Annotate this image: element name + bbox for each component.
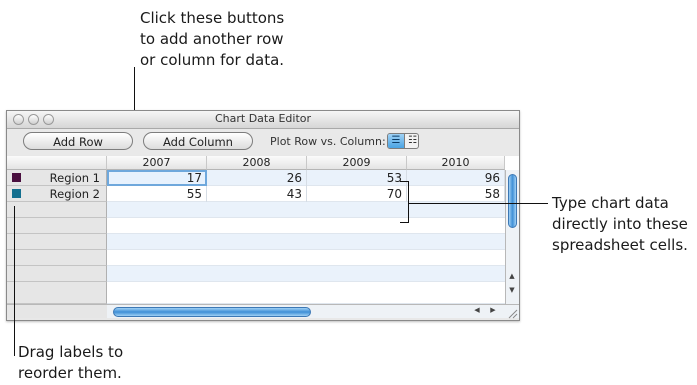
data-cell[interactable]: 55 [107,186,207,202]
callout-add-buttons: Click these buttons to add another row o… [140,8,284,71]
row-label[interactable]: Region 2 [7,186,107,202]
callout-line: Click these buttons [140,9,285,27]
leader-line [408,181,409,223]
plot-row-column-toggle[interactable]: ☰ ☷ [387,133,419,149]
column-header[interactable]: 2010 [407,156,505,170]
toolbar: Add Row Add Column Plot Row vs. Column: … [7,129,519,155]
data-cell[interactable]: 70 [307,186,407,202]
callout-line: or column for data. [140,51,285,69]
add-row-button[interactable]: Add Row [23,132,133,150]
table-row[interactable] [107,250,505,266]
vertical-scroll-thumb[interactable] [508,174,517,228]
callout-line: directly into these [552,215,688,233]
scroll-corner [7,304,107,318]
callout-drag-labels: Drag labels to reorder them. [18,342,123,384]
table-row[interactable] [107,234,505,250]
row-label[interactable] [7,250,107,266]
table-row: 17 26 53 96 [107,170,505,186]
callout-line: spreadsheet cells. [552,236,688,254]
plot-row-column-label: Plot Row vs. Column: [270,135,386,148]
row-label[interactable] [7,202,107,218]
leader-line [134,67,135,116]
horizontal-scroll-thumb[interactable] [113,307,311,317]
data-grid: 2007 2008 2009 2010 Region 1 17 26 53 96… [7,156,519,304]
row-label[interactable]: Region 1 [7,170,107,186]
scroll-right-arrow-icon[interactable]: ▶ [487,306,499,314]
chart-data-editor-window: Chart Data Editor Add Row Add Column Plo… [6,110,520,321]
resize-grip-graphic [508,309,518,319]
plot-rows-icon[interactable]: ☰ [388,134,404,148]
scroll-left-arrow-icon[interactable]: ◀ [471,306,483,314]
column-header[interactable]: 2007 [107,156,207,170]
series-color-swatch [12,173,21,182]
row-label[interactable] [7,282,107,304]
corner-header [7,156,107,170]
leader-line [400,181,409,182]
window-title: Chart Data Editor [214,112,312,125]
callout-line: Drag labels to [18,343,124,361]
table-row: 55 43 70 58 [107,186,505,202]
row-label[interactable] [7,234,107,250]
table-row[interactable] [107,282,505,304]
vertical-scrollbar[interactable]: ▲ ▼ [505,170,519,304]
leader-line [14,206,15,356]
callout-line: to add another row [140,30,284,48]
callout-line: Type chart data [552,194,669,212]
table-row[interactable] [107,218,505,234]
row-label[interactable] [7,218,107,234]
series-color-swatch [12,189,21,198]
data-cell[interactable]: 96 [407,170,505,186]
callout-line: reorder them. [18,364,122,382]
table-row[interactable] [107,266,505,282]
callout-type-data: Type chart data directly into these spre… [552,193,688,256]
horizontal-scrollbar[interactable]: ◀ ▶ [107,304,505,318]
leader-line [408,203,548,204]
column-header[interactable]: 2008 [207,156,307,170]
row-label[interactable] [7,266,107,282]
add-column-button[interactable]: Add Column [143,132,253,150]
column-header[interactable]: 2009 [307,156,407,170]
data-cell[interactable]: 58 [407,186,505,202]
data-cell[interactable]: 53 [307,170,407,186]
data-cell[interactable]: 17 [107,170,207,186]
data-cell[interactable]: 43 [207,186,307,202]
scroll-down-arrow-icon[interactable]: ▼ [506,286,518,294]
scroll-up-arrow-icon[interactable]: ▲ [506,272,518,280]
leader-line [400,222,409,223]
data-cell[interactable]: 26 [207,170,307,186]
row-label-text: Region 2 [49,187,100,201]
table-row[interactable] [107,202,505,218]
title-bar[interactable]: Chart Data Editor [7,111,519,129]
row-label-text: Region 1 [49,171,100,185]
plot-columns-icon[interactable]: ☷ [404,134,418,148]
resize-grip-icon[interactable] [505,304,519,319]
